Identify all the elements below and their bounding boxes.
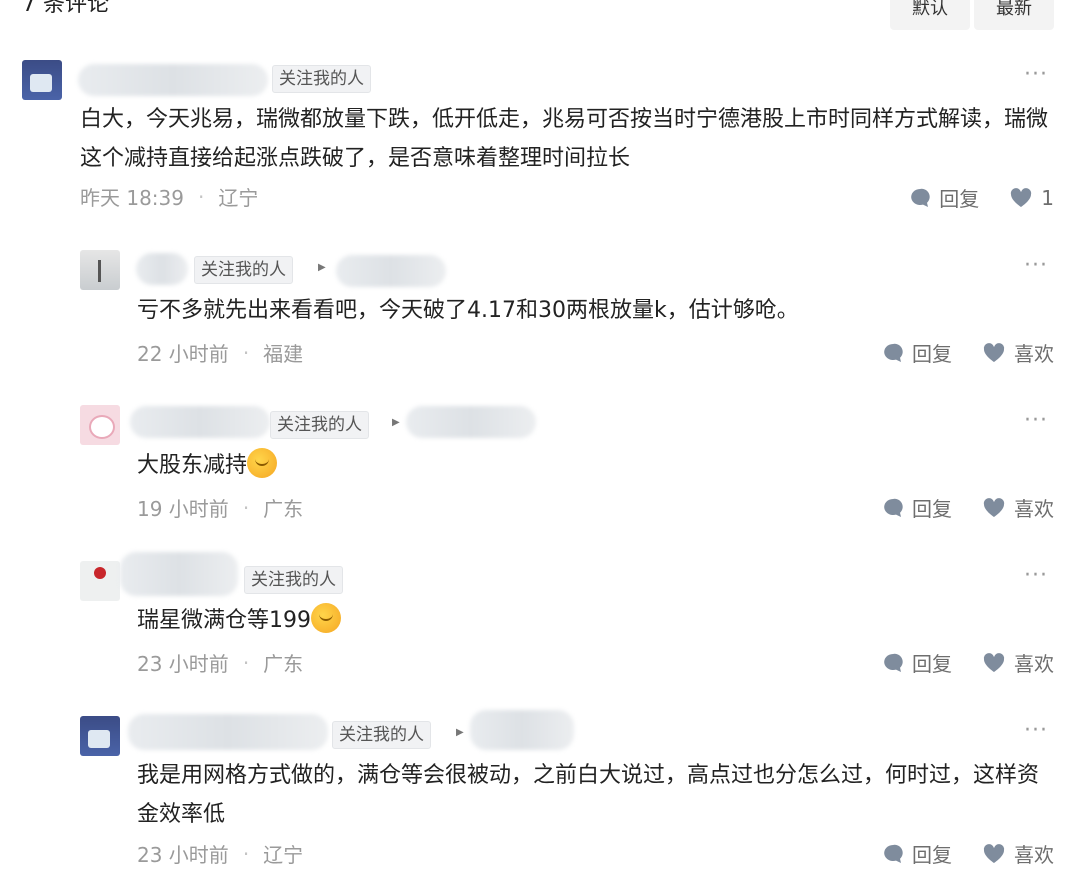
comment-count: 7 条评论 <box>22 0 109 17</box>
comment-meta: 23 小时前 · 辽宁 <box>137 839 303 868</box>
comment-meta: 22 小时前 · 福建 <box>137 338 303 367</box>
username-blurred[interactable] <box>120 552 238 596</box>
comment-time: 22 小时前 <box>137 342 229 366</box>
follow-tag: 关注我的人 <box>244 566 343 594</box>
follow-tag: 关注我的人 <box>272 65 371 93</box>
emoji-icon <box>247 448 278 478</box>
reply-label: 回复 <box>939 187 980 211</box>
meta-separator: · <box>242 340 250 365</box>
like-label: 喜欢 <box>1014 497 1054 521</box>
meta-separator: · <box>242 841 250 866</box>
comment-text-content: 瑞星微满仓等199 <box>137 608 311 633</box>
heart-icon <box>983 342 1005 362</box>
reply-target-blurred[interactable] <box>406 406 536 438</box>
comment-text: 瑞星微满仓等199 <box>137 601 1037 640</box>
avatar[interactable] <box>22 60 62 100</box>
username-blurred[interactable] <box>136 253 188 285</box>
like-label: 喜欢 <box>1014 342 1054 366</box>
reply-bubble-icon <box>911 188 930 207</box>
like-button[interactable]: 喜欢 <box>982 338 1054 367</box>
like-button[interactable]: 喜欢 <box>982 493 1054 522</box>
comment-actions: 回复 喜欢 <box>852 338 1054 367</box>
reply-to-arrow-icon: ▶ <box>318 262 326 273</box>
avatar[interactable] <box>80 561 120 601</box>
reply-to-arrow-icon: ▶ <box>392 417 400 428</box>
more-options-icon[interactable]: ··· <box>1024 253 1048 278</box>
heart-icon <box>1011 187 1032 207</box>
comment-meta: 昨天 18:39 · 辽宁 <box>80 182 258 211</box>
comment-location: 广东 <box>263 497 304 521</box>
heart-icon <box>983 843 1005 863</box>
comment-location: 辽宁 <box>218 186 259 210</box>
comment-time: 昨天 18:39 <box>80 186 184 210</box>
reply-to-arrow-icon: ▶ <box>456 727 464 738</box>
reply-label: 回复 <box>912 652 952 676</box>
reply-bubble-icon <box>884 498 903 517</box>
sort-tabs: 默认 最新 <box>890 0 1054 30</box>
like-label: 喜欢 <box>1014 652 1054 676</box>
more-options-icon[interactable]: ··· <box>1024 563 1048 588</box>
heart-icon <box>983 652 1005 672</box>
heart-icon <box>983 497 1005 517</box>
meta-separator: · <box>242 495 250 520</box>
username-blurred[interactable] <box>130 406 270 438</box>
avatar[interactable] <box>80 405 120 445</box>
comment-location: 辽宁 <box>263 843 304 867</box>
avatar[interactable] <box>80 716 120 756</box>
comment-actions: 回复 喜欢 <box>852 493 1054 522</box>
username-blurred[interactable] <box>78 64 268 96</box>
more-options-icon[interactable]: ··· <box>1024 718 1048 743</box>
avatar[interactable] <box>80 250 120 290</box>
comment-time: 23 小时前 <box>137 843 229 867</box>
reply-button[interactable]: 回复 <box>882 493 952 522</box>
comment-time: 23 小时前 <box>137 652 229 676</box>
like-button[interactable]: 喜欢 <box>982 839 1054 868</box>
comment-meta: 19 小时前 · 广东 <box>137 493 303 522</box>
comment-meta: 23 小时前 · 广东 <box>137 648 303 677</box>
comment-text: 亏不多就先出来看看吧，今天破了4.17和30两根放量k，估计够呛。 <box>137 298 799 323</box>
reply-target-blurred[interactable] <box>470 710 574 750</box>
like-button[interactable]: 喜欢 <box>982 648 1054 677</box>
reply-target-blurred[interactable] <box>336 255 446 287</box>
comment-time: 19 小时前 <box>137 497 229 521</box>
comment-text: 大股东减持 <box>137 446 1037 485</box>
meta-separator: · <box>198 184 205 209</box>
meta-separator: · <box>242 650 250 675</box>
like-label: 喜欢 <box>1014 843 1054 867</box>
like-count: 1 <box>1041 185 1054 210</box>
sort-latest-tab[interactable]: 最新 <box>974 0 1054 30</box>
comment-text-content: 大股东减持 <box>137 453 248 478</box>
reply-label: 回复 <box>912 342 952 366</box>
emoji-icon <box>311 603 341 633</box>
comment-text: 白大，今天兆易，瑞微都放量下跌，低开低走，兆易可否按当时宁德港股上市时同样方式解… <box>80 107 1049 171</box>
like-button[interactable]: 1 <box>1009 186 1054 210</box>
username-blurred[interactable] <box>128 714 328 750</box>
reply-label: 回复 <box>912 843 952 867</box>
reply-bubble-icon <box>884 844 903 863</box>
reply-button[interactable]: 回复 <box>909 183 979 212</box>
comment-text: 我是用网格方式做的，满仓等会很被动，之前白大说过，高点过也分怎么过，何时过，这样… <box>137 763 1040 827</box>
comment-location: 福建 <box>263 342 304 366</box>
reply-label: 回复 <box>912 497 952 521</box>
reply-button[interactable]: 回复 <box>882 338 952 367</box>
sort-default-tab[interactable]: 默认 <box>890 0 970 30</box>
comment-actions: 回复 1 <box>879 183 1054 212</box>
reply-button[interactable]: 回复 <box>882 648 952 677</box>
reply-bubble-icon <box>884 653 903 672</box>
more-options-icon[interactable]: ··· <box>1024 408 1048 433</box>
more-options-icon[interactable]: ··· <box>1024 62 1048 87</box>
comment-location: 广东 <box>263 652 304 676</box>
reply-bubble-icon <box>884 343 903 362</box>
follow-tag: 关注我的人 <box>270 411 369 439</box>
follow-tag: 关注我的人 <box>332 721 431 749</box>
reply-button[interactable]: 回复 <box>882 839 952 868</box>
follow-tag: 关注我的人 <box>194 256 293 284</box>
comment-actions: 回复 喜欢 <box>852 839 1054 868</box>
comment-actions: 回复 喜欢 <box>852 648 1054 677</box>
